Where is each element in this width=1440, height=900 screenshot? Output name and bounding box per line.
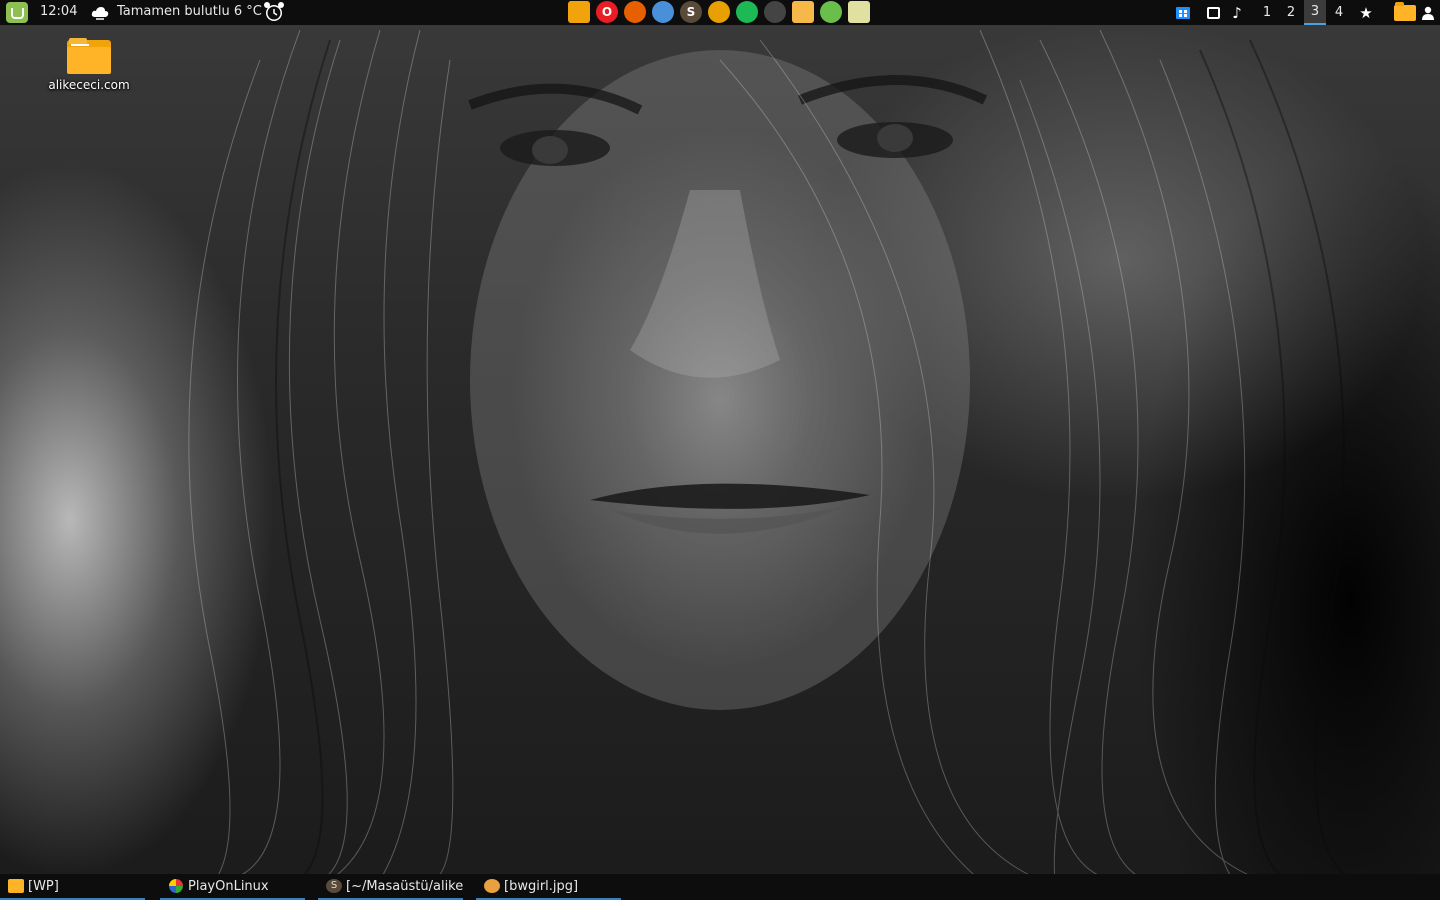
firefox-launcher-icon[interactable] xyxy=(624,1,646,23)
notification-icon[interactable] xyxy=(1202,0,1224,25)
image-viewer-icon xyxy=(484,879,500,893)
settings-launcher-icon[interactable] xyxy=(848,1,870,23)
taskbar-item-playonlinux[interactable]: PlayOnLinux xyxy=(160,874,305,900)
workspace-3[interactable]: 3 xyxy=(1304,0,1326,25)
playonlinux-icon xyxy=(168,879,184,893)
wallpaper-portrait xyxy=(149,29,1401,900)
workspace-1[interactable]: 1 xyxy=(1256,0,1278,25)
diskcleaner-launcher-icon[interactable] xyxy=(820,1,842,23)
workspace-4[interactable]: 4 xyxy=(1328,0,1350,25)
desktop-folder-label: alikececi.com xyxy=(48,78,130,92)
app-launcher-icon[interactable] xyxy=(708,1,730,23)
cloud-icon[interactable] xyxy=(90,3,110,21)
taskbar-item-sublime[interactable]: S [~/Masaüstü/alike... xyxy=(318,874,463,900)
taskbar-item-label: [bwgirl.jpg] xyxy=(504,878,579,894)
user-icon[interactable] xyxy=(1418,0,1438,25)
top-panel: 12:04 Tamamen bulutlu 6 °C OS ♪ 1 2 3 4 … xyxy=(0,0,1440,25)
folder-icon[interactable] xyxy=(1392,0,1418,25)
weather-applet-label[interactable]: Tamamen bulutlu 6 °C xyxy=(117,4,262,19)
folder-icon xyxy=(67,38,111,74)
workspace-2[interactable]: 2 xyxy=(1280,0,1302,25)
taskbar-item-label: PlayOnLinux xyxy=(188,878,269,894)
star-icon[interactable]: ★ xyxy=(1354,0,1378,25)
playonlinux-launcher-icon[interactable] xyxy=(764,1,786,23)
mint-menu-button[interactable] xyxy=(6,2,28,23)
opera-launcher-icon[interactable]: O xyxy=(596,1,618,23)
desktop-wallpaper xyxy=(0,0,1440,900)
alarm-clock-icon[interactable] xyxy=(262,1,286,23)
taskbar-item-label: [WP] xyxy=(28,878,59,894)
notes-launcher-icon[interactable] xyxy=(792,1,814,23)
launcher-panel: OS xyxy=(568,1,870,23)
mint-logo-icon xyxy=(10,8,24,19)
desktop-folder[interactable]: alikececi.com xyxy=(44,38,134,92)
files-launcher-icon[interactable] xyxy=(568,1,590,23)
window-list-icon[interactable] xyxy=(1172,0,1194,25)
taskbar-item-label: [~/Masaüstü/alike... xyxy=(346,878,463,894)
folder-icon xyxy=(8,879,24,893)
spotify-launcher-icon[interactable] xyxy=(736,1,758,23)
chromium-launcher-icon[interactable] xyxy=(652,1,674,23)
taskbar-item-image-viewer[interactable]: [bwgirl.jpg] xyxy=(476,874,621,900)
taskbar-item-wp[interactable]: [WP] xyxy=(0,874,145,900)
sublime-launcher-icon[interactable]: S xyxy=(680,1,702,23)
music-note-icon[interactable]: ♪ xyxy=(1226,0,1248,25)
clock-applet[interactable]: 12:04 xyxy=(40,4,77,19)
sublime-icon: S xyxy=(326,879,342,893)
bottom-panel: [WP] PlayOnLinux S [~/Masaüstü/alike... … xyxy=(0,874,1440,900)
